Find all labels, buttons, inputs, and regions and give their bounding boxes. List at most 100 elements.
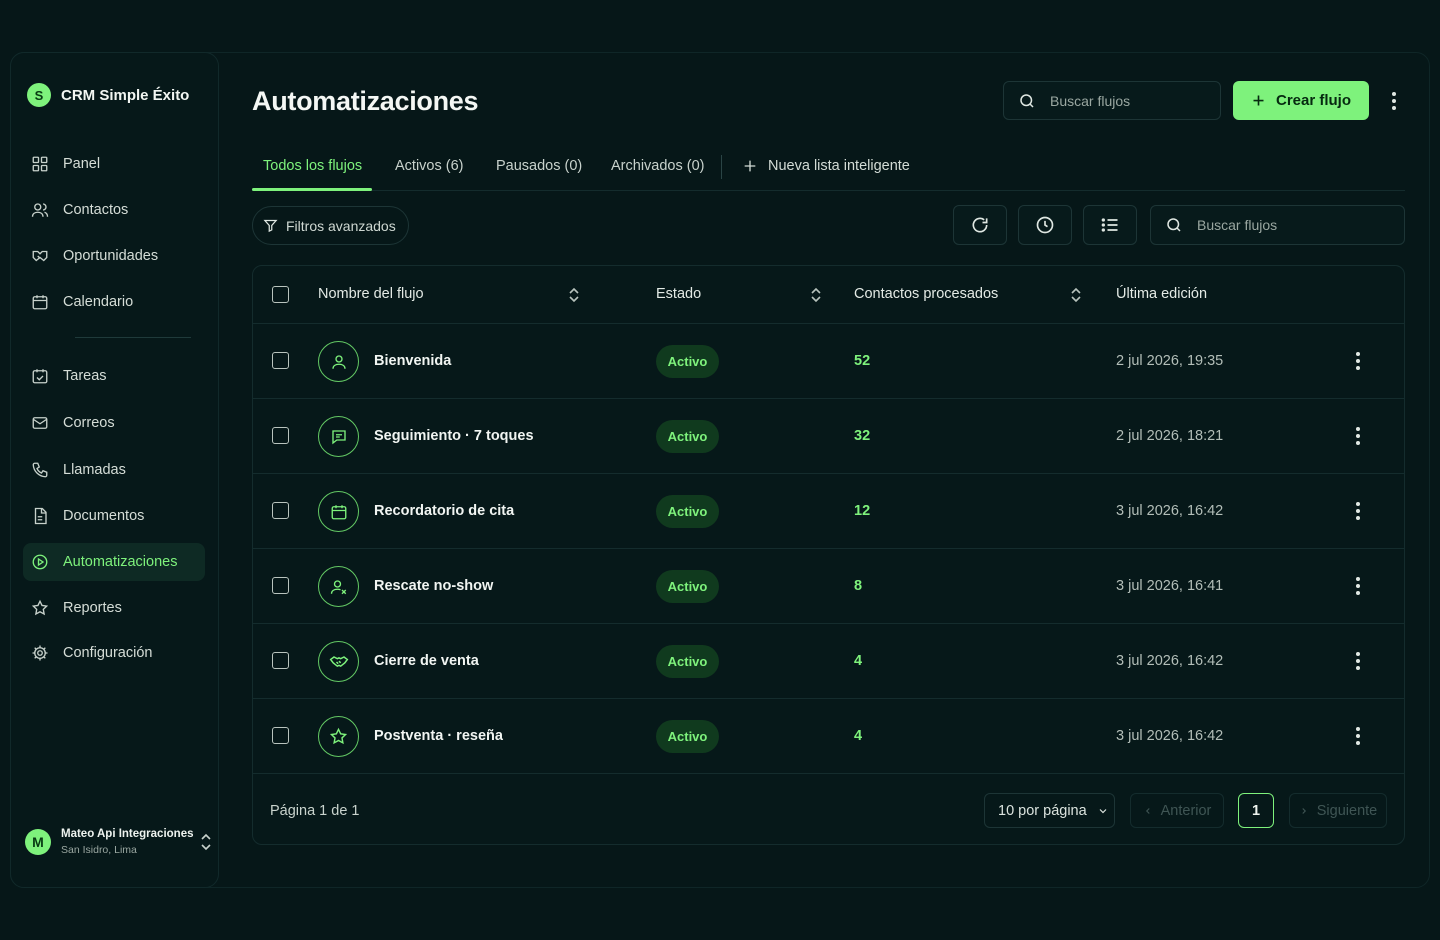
users-icon — [31, 203, 49, 217]
status-badge: Activo — [656, 720, 719, 753]
sidebar-item-contactos[interactable]: Contactos — [23, 191, 205, 229]
user-x-icon — [330, 579, 346, 594]
sidebar-item-label: Documentos — [63, 508, 145, 524]
sidebar-item-label: Llamadas — [63, 462, 126, 478]
sidebar-item-reportes[interactable]: Reportes — [23, 589, 205, 627]
more-vertical-icon[interactable] — [1350, 500, 1366, 522]
sidebar-item-panel[interactable]: Panel — [23, 145, 205, 183]
flow-avatar — [318, 491, 359, 532]
page-title: Automatizaciones — [252, 86, 479, 116]
flow-avatar — [318, 566, 359, 607]
user-icon — [331, 354, 346, 369]
flow-name[interactable]: Seguimiento · 7 toques — [374, 428, 534, 444]
sidebar-item-label: Automatizaciones — [63, 554, 178, 570]
sidebar-item-label: Panel — [63, 156, 101, 172]
advanced-filters-button[interactable]: Filtros avanzados — [252, 206, 409, 245]
page-number-button[interactable]: 1 — [1238, 793, 1274, 828]
row-checkbox[interactable] — [272, 502, 289, 519]
sort-icon[interactable] — [1071, 287, 1081, 303]
sort-icon[interactable] — [569, 287, 579, 303]
more-vertical-icon[interactable] — [1350, 575, 1366, 597]
sidebar-item-documentos[interactable]: Documentos — [23, 497, 205, 535]
list-view-button[interactable] — [1083, 205, 1137, 245]
clock-icon — [1036, 216, 1054, 234]
row-checkbox[interactable] — [272, 352, 289, 369]
column-header-name[interactable]: Nombre del flujo — [318, 286, 424, 302]
sidebar-item-tareas[interactable]: Tareas — [23, 357, 205, 395]
mail-icon — [32, 417, 48, 429]
previous-label: Anterior — [1160, 802, 1212, 819]
sidebar-item-label: Tareas — [63, 368, 107, 384]
tab-activos[interactable]: Activos (6) — [395, 158, 464, 174]
new-smart-list-button[interactable]: Nueva lista inteligente — [742, 158, 910, 174]
pagination: Página 1 de 1 10 por página Anterior 1 S… — [253, 776, 1404, 846]
calendar-icon — [331, 504, 346, 519]
table-search-input[interactable]: Buscar flujos — [1150, 205, 1405, 245]
table-row[interactable]: Cierre de venta Activo 4 3 jul 2026, 16:… — [253, 624, 1404, 699]
refresh-button[interactable] — [953, 205, 1007, 245]
more-vertical-icon[interactable] — [1350, 650, 1366, 672]
user-profile[interactable]: M Mateo Api Integraciones San Isidro, Li… — [25, 828, 194, 856]
chevron-updown-icon[interactable] — [200, 833, 212, 851]
flow-avatar — [318, 641, 359, 682]
sidebar-item-correos[interactable]: Correos — [23, 404, 205, 442]
contacts-count: 52 — [854, 353, 871, 369]
flow-name[interactable]: Bienvenida — [374, 353, 451, 369]
more-vertical-icon[interactable] — [1350, 725, 1366, 747]
last-edit-date: 3 jul 2026, 16:42 — [1116, 503, 1224, 519]
tab-archivados[interactable]: Archivados (0) — [611, 158, 704, 174]
contacts-count: 32 — [854, 428, 871, 444]
tab-todos[interactable]: Todos los flujos — [263, 158, 362, 174]
next-page-button[interactable]: Siguiente — [1289, 793, 1387, 828]
select-all-checkbox[interactable] — [272, 286, 289, 303]
per-page-value: 10 por página — [998, 802, 1087, 819]
list-icon — [1101, 218, 1118, 232]
flow-name[interactable]: Rescate no-show — [374, 578, 493, 594]
contacts-count: 8 — [854, 578, 863, 594]
row-checkbox[interactable] — [272, 577, 289, 594]
sidebar-item-llamadas[interactable]: Llamadas — [23, 451, 205, 489]
last-edit-date: 2 jul 2026, 18:21 — [1116, 428, 1224, 444]
row-checkbox[interactable] — [272, 652, 289, 669]
column-header-contacts[interactable]: Contactos procesados — [854, 286, 998, 302]
sidebar-item-label: Calendario — [63, 294, 134, 310]
brand[interactable]: S CRM Simple Éxito — [27, 83, 189, 107]
more-vertical-icon[interactable] — [1350, 425, 1366, 447]
sidebar-item-configuracion[interactable]: Configuración — [23, 634, 205, 672]
flow-name[interactable]: Cierre de venta — [374, 653, 479, 669]
sidebar-item-automatizaciones[interactable]: Automatizaciones — [23, 543, 205, 581]
flow-name[interactable]: Recordatorio de cita — [374, 503, 514, 519]
filter-icon — [263, 219, 278, 233]
advanced-filters-label: Filtros avanzados — [286, 217, 396, 234]
tab-pausados[interactable]: Pausados (0) — [496, 158, 582, 174]
table-row[interactable]: Postventa · reseña Activo 4 3 jul 2026, … — [253, 699, 1404, 774]
table-row[interactable]: Recordatorio de cita Activo 12 3 jul 202… — [253, 474, 1404, 549]
more-vertical-icon[interactable] — [1350, 350, 1366, 372]
table-row[interactable]: Bienvenida Activo 52 2 jul 2026, 19:35 — [253, 324, 1404, 399]
previous-page-button[interactable]: Anterior — [1130, 793, 1224, 828]
checkbox-icon — [32, 369, 48, 384]
chevron-right-icon — [1302, 807, 1306, 814]
sort-icon[interactable] — [811, 287, 821, 303]
status-badge: Activo — [656, 570, 719, 603]
sidebar-item-label: Contactos — [63, 202, 129, 218]
table-row[interactable]: Seguimiento · 7 toques Activo 32 2 jul 2… — [253, 399, 1404, 474]
create-flow-button[interactable]: Crear flujo — [1233, 81, 1369, 120]
plus-icon — [744, 160, 756, 172]
last-edit-date: 3 jul 2026, 16:42 — [1116, 653, 1224, 669]
flow-name[interactable]: Postventa · reseña — [374, 728, 503, 744]
more-vertical-icon[interactable] — [1386, 90, 1402, 112]
chevron-left-icon — [1145, 807, 1150, 814]
header-search-input[interactable]: Buscar flujos — [1003, 81, 1221, 120]
column-header-last-edit[interactable]: Última edición — [1116, 286, 1207, 302]
column-header-status[interactable]: Estado — [656, 286, 701, 302]
history-button[interactable] — [1018, 205, 1072, 245]
brand-name: CRM Simple Éxito — [61, 86, 190, 104]
row-checkbox[interactable] — [272, 427, 289, 444]
sidebar-item-calendario[interactable]: Calendario — [23, 283, 205, 321]
row-checkbox[interactable] — [272, 727, 289, 744]
sidebar-item-oportunidades[interactable]: Oportunidades — [23, 237, 205, 275]
per-page-select[interactable]: 10 por página — [984, 793, 1115, 828]
table-row[interactable]: Rescate no-show Activo 8 3 jul 2026, 16:… — [253, 549, 1404, 624]
brand-logo: S — [27, 83, 51, 107]
